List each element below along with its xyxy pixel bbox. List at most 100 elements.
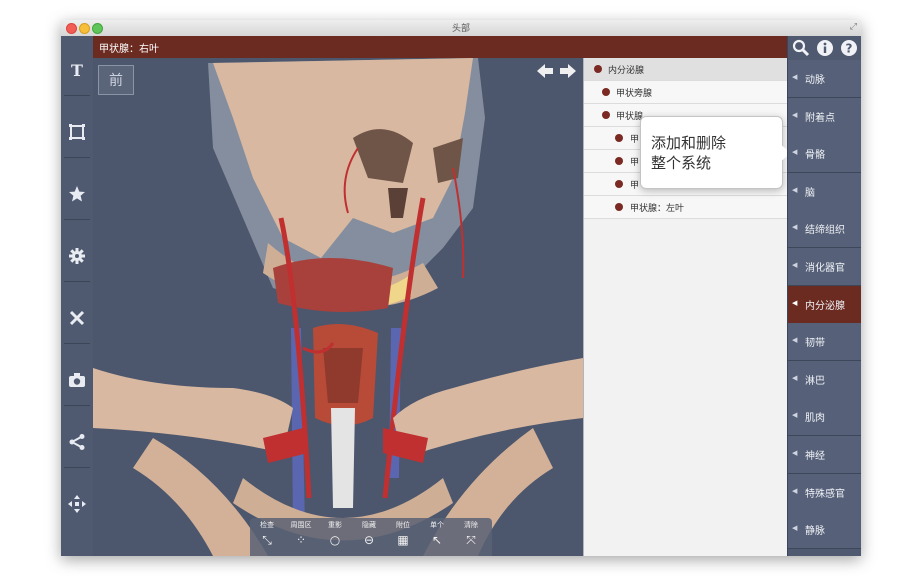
surrounding-icon: ⁘ — [295, 533, 307, 547]
top-icons: ? — [788, 36, 861, 60]
system-item[interactable]: ◀ 内分泌腺 — [788, 285, 861, 324]
system-item[interactable]: ◀ 脑 — [788, 172, 861, 211]
expand-triangle-icon: ◀ — [792, 336, 798, 345]
camera-icon[interactable] — [61, 360, 93, 400]
tree-row-label: 甲 — [630, 181, 640, 191]
grid-label: 附位 — [396, 521, 410, 529]
expand-triangle-icon: ◀ — [792, 411, 798, 420]
systems-panel: ? ◀ 动脉 ◀ 附着点 ◀ 骨骼 ◀ 脑 ◀ 结缔组织 ◀ 消化器官 ◀ 内分泌腺 ◀ 韧带 ◀ 淋巴 ◀ 肌肉 ◀ 神… — [787, 36, 861, 556]
expand-triangle-icon: ◀ — [792, 110, 798, 119]
system-item-label: 静脉 — [805, 526, 825, 538]
system-item[interactable]: ◀ 特殊感官 — [788, 473, 861, 512]
system-item[interactable]: ◀ 消化器官 — [788, 248, 861, 286]
system-item[interactable]: ◀ 结缔组织 — [788, 210, 861, 249]
tooltip-text: 添加和删除 整个系统 — [651, 133, 726, 173]
system-item-label: 骨骼 — [805, 150, 825, 162]
tree-row-label: 甲状旁腺 — [616, 89, 653, 99]
tree-row-endocrine[interactable]: 内分泌腺 — [584, 58, 788, 81]
visibility-dot-icon[interactable] — [615, 203, 623, 211]
grid-icon: ▦ — [397, 533, 409, 547]
gear-icon[interactable] — [61, 236, 93, 276]
system-item-label: 结缔组织 — [805, 225, 845, 237]
view-orientation-label[interactable]: 前 — [98, 65, 134, 95]
system-item[interactable]: ◀ 动脉 — [788, 60, 861, 98]
grid-button[interactable]: 附位 ▦ — [386, 520, 420, 547]
ghost-label: 重影 — [328, 521, 342, 529]
bottom-toolbar: 检查 ⤡ 周围区 ⁘ 重影 ○ 隐藏 ⊖ 附位 ▦ 单个 ↖ 清除 ⤧ — [250, 518, 492, 556]
window-title: 头部 — [451, 24, 470, 34]
expand-triangle-icon: ◀ — [792, 449, 798, 457]
selection-label: 甲状腺：右叶 — [99, 44, 159, 55]
expand-triangle-icon: ◀ — [792, 223, 798, 232]
dissect-tool-icon[interactable] — [61, 298, 93, 338]
expand-triangle-icon: ◀ — [792, 73, 798, 81]
star-icon[interactable] — [61, 174, 93, 214]
frame-tool-icon[interactable] — [61, 112, 93, 152]
visibility-dot-icon[interactable] — [602, 111, 610, 119]
tooltip-line: 整个系统 — [651, 154, 712, 172]
hide-icon: ⊖ — [363, 533, 375, 547]
move-icon[interactable] — [61, 484, 93, 524]
app-window: 头部 ⤢ T 甲状腺：右叶 前 检查 ⤡ 周围区 ⁘ 重影 ○ 隐藏 ⊖ 附位 … — [61, 20, 861, 556]
single-select-icon: ↖ — [431, 533, 443, 547]
system-item-label: 淋巴 — [805, 375, 825, 387]
anatomy-3d-viewport[interactable]: 前 检查 ⤡ 周围区 ⁘ 重影 ○ 隐藏 ⊖ 附位 ▦ 单个 ↖ 清除 ⤧ — [93, 58, 583, 556]
tree-row-parathyroid[interactable]: 甲状旁腺 — [584, 81, 788, 104]
fullscreen-icon[interactable]: ⤢ — [850, 22, 857, 32]
clear-icon: ⤧ — [466, 533, 476, 547]
clear-button[interactable]: 清除 ⤧ — [454, 520, 488, 548]
expand-triangle-icon: ◀ — [792, 373, 798, 382]
inspect-button[interactable]: 检查 ⤡ — [250, 520, 284, 548]
left-toolbar: T — [61, 36, 94, 556]
ghost-icon: ○ — [329, 533, 341, 547]
system-item[interactable]: ◀ 附着点 — [788, 97, 861, 136]
tree-row-label: 甲状腺：左叶 — [630, 204, 685, 214]
tree-row-thyroid-left-lobe[interactable]: 甲状腺：左叶 — [584, 196, 788, 219]
tree-row-label: 甲 — [630, 158, 640, 168]
system-item[interactable]: ◀ 肌肉 — [788, 398, 861, 437]
system-item-label: 脑 — [805, 187, 815, 199]
visibility-dot-icon[interactable] — [615, 180, 623, 188]
visibility-dot-icon[interactable] — [602, 88, 610, 96]
info-icon[interactable] — [816, 39, 834, 61]
expand-triangle-icon: ◀ — [792, 298, 798, 307]
text-tool-icon[interactable]: T — [61, 50, 93, 90]
visibility-dot-icon[interactable] — [594, 65, 602, 73]
svg-text:T: T — [71, 61, 83, 79]
arrow-left-icon[interactable] — [537, 63, 553, 82]
selection-header: 甲状腺：右叶 — [93, 36, 787, 58]
system-item-label: 特殊感官 — [805, 488, 845, 500]
tree-row-label: 甲状腺 — [616, 112, 644, 122]
tree-row-label: 内分泌腺 — [608, 66, 645, 76]
tree-row-label: 甲 — [630, 135, 640, 145]
system-item[interactable]: ◀ 神经 — [788, 436, 861, 474]
ghost-button[interactable]: 重影 ○ — [318, 520, 352, 547]
system-tooltip: 添加和删除 整个系统 — [640, 116, 783, 189]
system-item-label: 动脉 — [805, 75, 825, 86]
title-bar: 头部 ⤢ — [61, 20, 861, 37]
system-item[interactable]: ◀ 淋巴 — [788, 360, 861, 399]
arrow-right-icon[interactable] — [560, 63, 576, 82]
tooltip-line: 添加和删除 — [651, 134, 727, 152]
share-icon[interactable] — [61, 422, 93, 462]
expand-triangle-icon: ◀ — [792, 524, 798, 533]
expand-triangle-icon: ◀ — [792, 148, 798, 157]
visibility-dot-icon[interactable] — [615, 157, 623, 165]
system-item-label: 肌肉 — [805, 413, 825, 425]
hide-button[interactable]: 隐藏 ⊖ — [352, 520, 386, 547]
expand-triangle-icon: ◀ — [792, 185, 798, 194]
search-icon[interactable] — [792, 39, 810, 61]
expand-triangle-icon: ◀ — [792, 261, 798, 269]
expand-triangle-icon: ◀ — [792, 486, 798, 495]
clear-label: 清除 — [464, 521, 478, 529]
system-item-label: 神经 — [805, 451, 825, 462]
system-item[interactable]: ◀ 骨骼 — [788, 135, 861, 174]
single-select-button[interactable]: 单个 ↖ — [420, 520, 454, 547]
system-item-label: 韧带 — [805, 338, 825, 350]
visibility-dot-icon[interactable] — [615, 134, 623, 142]
system-item[interactable]: ◀ 静脉 — [788, 511, 861, 550]
system-item[interactable]: ◀ 韧带 — [788, 323, 861, 362]
surrounding-button[interactable]: 周围区 ⁘ — [284, 520, 318, 547]
anatomy-model[interactable] — [93, 58, 583, 556]
help-icon[interactable]: ? — [840, 39, 858, 61]
